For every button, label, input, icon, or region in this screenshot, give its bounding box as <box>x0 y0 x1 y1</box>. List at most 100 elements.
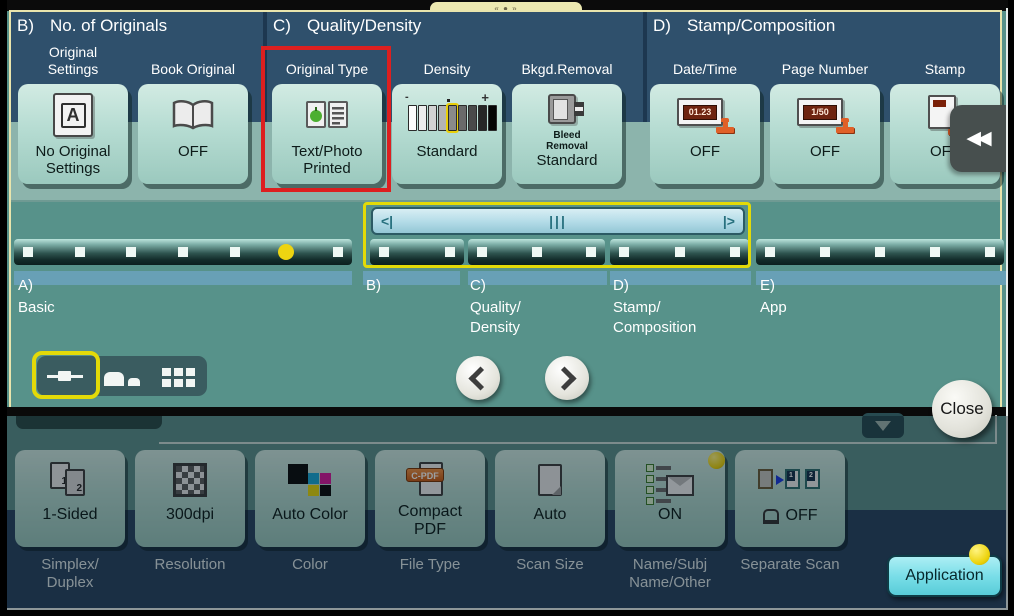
label-stamp: Stamp <box>924 61 966 77</box>
original-settings-button[interactable]: A No Original Settings <box>18 84 128 184</box>
page-number-button[interactable]: 1/50 OFF <box>770 84 880 184</box>
group-prefix: B) <box>17 16 34 35</box>
label-color: Color <box>292 556 328 573</box>
label-file-type: File Type <box>399 556 461 573</box>
film-strip-marker <box>477 247 487 257</box>
date-time-button[interactable]: 01.23 OFF <box>650 84 760 184</box>
close-button[interactable]: Close <box>932 380 992 438</box>
arrow-right-icon <box>776 475 784 485</box>
original-type-value: Text/Photo Printed <box>291 143 363 177</box>
film-strip-marker <box>126 247 137 257</box>
film-strip-basic[interactable] <box>14 239 352 265</box>
name-subj-indicator-dot <box>708 452 725 469</box>
group-divider <box>263 12 267 122</box>
film-strip-marker <box>23 247 33 257</box>
book-icon <box>172 99 214 129</box>
panel-collapse-tab[interactable]: ◀◀ <box>950 105 1008 172</box>
chevron-right-icon <box>552 365 577 391</box>
chevron-left-icon <box>468 365 493 391</box>
scan-size-value: Auto <box>533 506 567 523</box>
film-strip-marker <box>229 247 240 257</box>
group-name: Stamp/Composition <box>686 16 836 35</box>
label-name-subj: Name/Subj Name/Other <box>629 556 711 591</box>
active-position-dot <box>278 244 295 260</box>
group-name: Quality/Density <box>306 16 422 35</box>
color-button[interactable]: Auto Color <box>255 450 365 547</box>
page-number-value: OFF <box>810 143 840 160</box>
scroll-left-icon[interactable]: <| <box>381 213 393 229</box>
original-type-button[interactable]: Text/Photo Printed <box>272 84 382 184</box>
book-original-button[interactable]: OFF <box>138 84 248 184</box>
label-scan-size: Scan Size <box>516 556 584 573</box>
film-strip-app[interactable] <box>756 239 1004 265</box>
label-density: Density <box>423 61 471 77</box>
scroll-grip-icon[interactable]: ||| <box>549 213 567 229</box>
density-icon: - + <box>405 90 497 133</box>
simplex-duplex-button[interactable]: 1 2 1-Sided <box>15 450 125 547</box>
section-label-basic: A) Basic <box>18 277 55 316</box>
keys-view-icon <box>104 366 140 386</box>
scan-size-button[interactable]: Auto <box>495 450 605 547</box>
label-resolution: Resolution <box>154 556 226 573</box>
separate-scan-icon: 1 2 <box>758 467 822 493</box>
bkgd-removal-value: Standard <box>536 152 598 169</box>
film-strip-marker <box>445 247 455 257</box>
label-bkgd-removal: Bkgd.Removal <box>521 61 613 77</box>
drawer-left-tab[interactable] <box>16 416 162 429</box>
film-strip-quality[interactable] <box>468 239 605 265</box>
name-subj-value: ON <box>658 506 682 523</box>
prev-section-button[interactable] <box>456 356 500 400</box>
book-original-value: OFF <box>178 143 208 160</box>
label-page-number: Page Number <box>781 61 869 77</box>
stamp-hand-icon <box>716 118 734 133</box>
strip-scrollbar[interactable]: <| ||| |> <box>371 207 745 235</box>
double-left-arrow-icon: ◀◀ <box>966 128 991 149</box>
film-strip-stamp[interactable] <box>610 239 749 265</box>
file-type-button[interactable]: C-PDF Compact PDF <box>375 450 485 547</box>
film-strip-originals[interactable] <box>370 239 464 265</box>
group-divider <box>643 12 647 122</box>
resolution-value: 300dpi <box>165 506 215 523</box>
scan-settings-screen: « ● » B) No. of Originals C) Quality/Den… <box>7 0 1008 610</box>
view-mode-grid[interactable] <box>150 356 207 396</box>
label-date-time: Date/Time <box>672 61 738 77</box>
original-settings-icon: A <box>53 93 93 137</box>
view-mode-slider[interactable] <box>37 356 94 396</box>
date-time-value: OFF <box>690 143 720 160</box>
separate-scan-button[interactable]: 1 2 OFF <box>735 450 845 547</box>
film-strip-marker <box>74 247 85 257</box>
resolution-button[interactable]: 300dpi <box>135 450 245 547</box>
film-strip-marker <box>531 247 542 257</box>
film-strip-marker <box>177 247 188 257</box>
cmyk-color-icon <box>288 464 332 496</box>
drawer-collapse-button[interactable] <box>862 413 904 438</box>
slider-view-icon <box>45 365 85 387</box>
group-name: No. of Originals <box>50 16 168 35</box>
grid-view-icon <box>162 367 172 376</box>
label-original-type: Original Type <box>285 61 369 77</box>
scroll-right-icon[interactable]: |> <box>723 213 735 229</box>
group-prefix: D) <box>653 16 671 35</box>
label-separate-scan: Separate Scan <box>740 556 840 573</box>
resolution-icon <box>173 463 207 497</box>
section-label-stamp: D) Stamp/ Composition <box>613 277 697 336</box>
view-mode-keys[interactable] <box>94 356 151 396</box>
section-label-quality: C) Quality/ Density <box>470 277 521 336</box>
label-original-settings: Original Settings <box>47 44 99 77</box>
label-book-original: Book Original <box>150 61 236 77</box>
screen-edge-highlight <box>7 608 1008 610</box>
group-prefix: C) <box>273 16 291 35</box>
bkgd-removal-button[interactable]: Bleed Removal Standard <box>512 84 622 184</box>
density-button[interactable]: - + Standard <box>392 84 502 184</box>
label-simplex-duplex: Simplex/ Duplex <box>41 556 99 591</box>
bleed-removal-icon <box>546 94 588 126</box>
separate-scan-value: OFF <box>785 507 818 524</box>
group-title-originals: B) No. of Originals <box>17 16 167 36</box>
next-section-button[interactable] <box>545 356 589 400</box>
application-indicator-dot <box>969 544 990 565</box>
date-time-icon: 01.23 <box>676 97 734 133</box>
simplex-duplex-value: 1-Sided <box>42 506 98 523</box>
device-screen-frame: « ● » B) No. of Originals C) Quality/Den… <box>0 0 1014 616</box>
density-value: Standard <box>416 143 478 160</box>
film-strip-marker <box>765 247 775 257</box>
